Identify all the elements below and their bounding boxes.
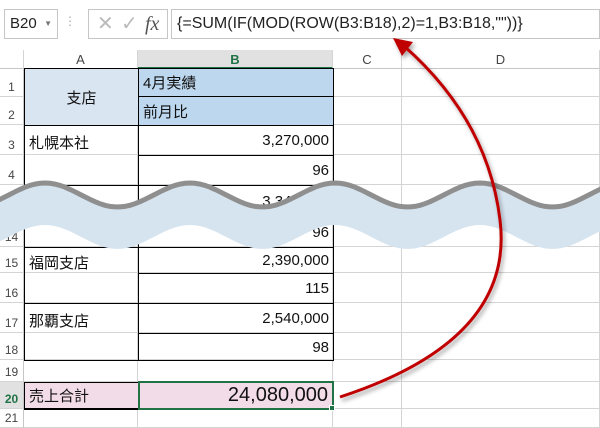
break-wave: [0, 180, 600, 249]
overlay: [0, 38, 600, 399]
